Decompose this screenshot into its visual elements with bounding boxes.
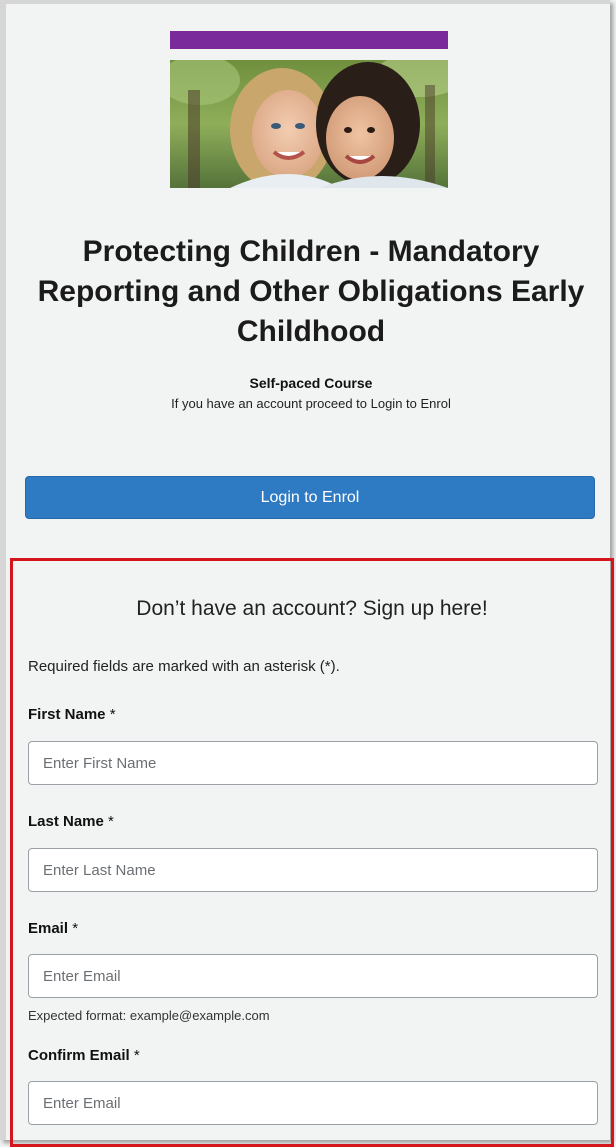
course-type: Self-paced Course bbox=[249, 375, 373, 391]
last-name-input[interactable] bbox=[28, 848, 598, 892]
last-name-label: Last Name * bbox=[28, 813, 114, 830]
confirm-email-label: Confirm Email * bbox=[28, 1047, 140, 1064]
confirm-email-input[interactable] bbox=[28, 1081, 598, 1125]
course-banner-image bbox=[170, 60, 448, 188]
required-asterisk: * bbox=[72, 920, 79, 937]
email-format-help: Expected format: example@example.com bbox=[28, 1008, 270, 1023]
required-fields-note: Required fields are marked with an aster… bbox=[28, 658, 340, 675]
signup-section: Don’t have an account? Sign up here! Req… bbox=[10, 558, 614, 1147]
login-to-enrol-button[interactable]: Login to Enrol bbox=[25, 476, 595, 519]
required-asterisk: * bbox=[108, 813, 114, 830]
email-input[interactable] bbox=[28, 954, 598, 998]
first-name-label-text: First Name bbox=[28, 706, 106, 723]
banner-color-bar bbox=[170, 31, 448, 49]
last-name-label-text: Last Name bbox=[28, 813, 104, 830]
page-frame: Protecting Children - Mandatory Reportin… bbox=[0, 0, 614, 1147]
login-hint: If you have an account proceed to Login … bbox=[171, 396, 451, 411]
email-label-text: Email bbox=[28, 920, 69, 937]
required-asterisk: * bbox=[109, 706, 116, 723]
first-name-label: First Name * bbox=[28, 706, 116, 723]
email-label: Email * bbox=[28, 920, 78, 937]
required-asterisk: * bbox=[133, 1047, 140, 1064]
first-name-input[interactable] bbox=[28, 741, 598, 785]
signup-heading: Don’t have an account? Sign up here! bbox=[136, 597, 488, 620]
course-title: Protecting Children - Mandatory Reportin… bbox=[37, 235, 585, 348]
confirm-email-label-text: Confirm Email bbox=[28, 1047, 130, 1064]
